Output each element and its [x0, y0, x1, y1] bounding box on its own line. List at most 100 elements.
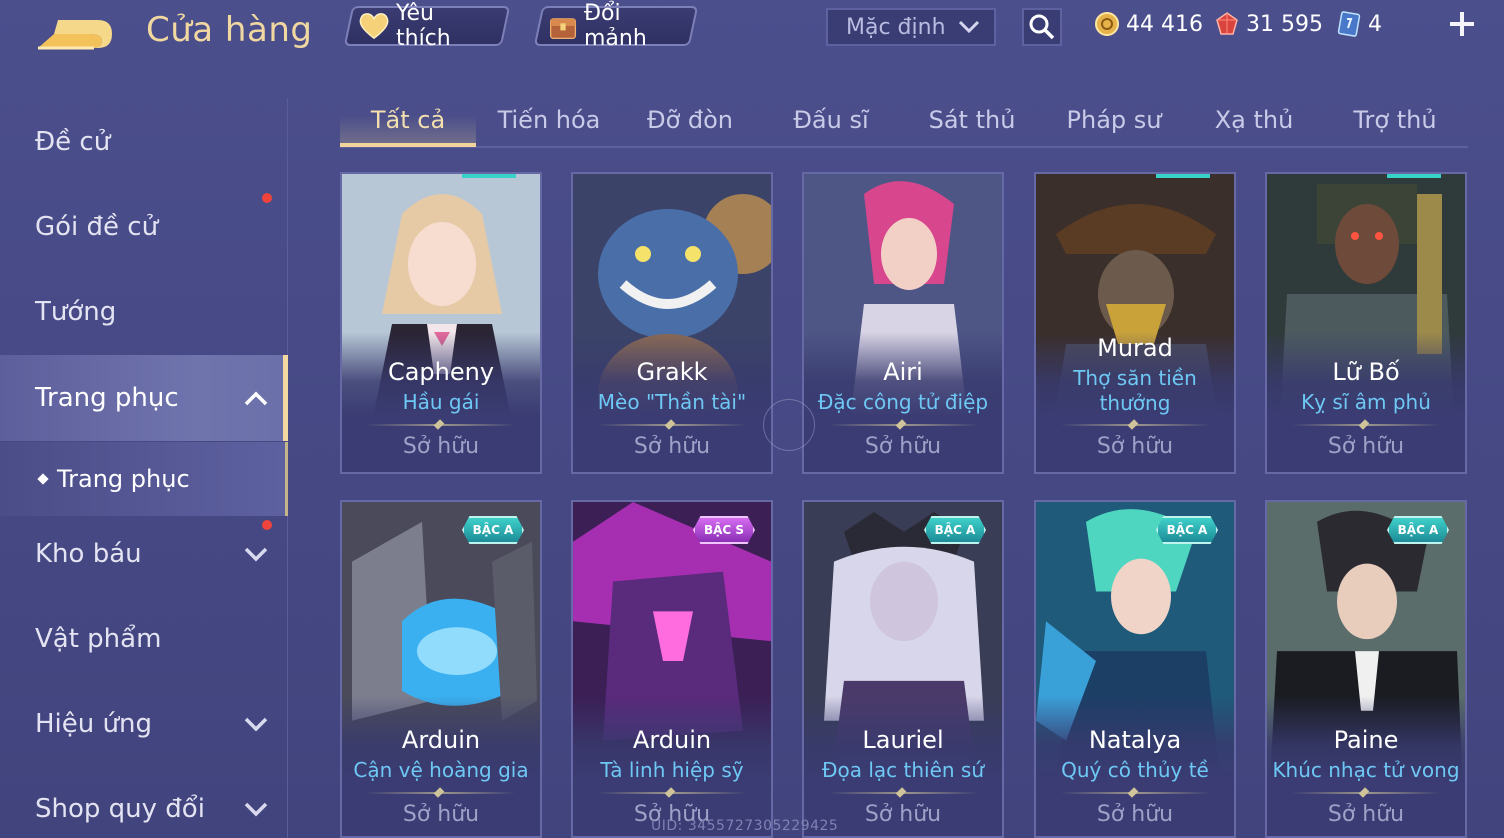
exchange-label: Đổi mảnh [584, 1, 647, 51]
skin-name: Cận vệ hoàng gia [353, 758, 529, 782]
notification-dot [262, 193, 272, 203]
sidebar-item-label: Gói đề cử [35, 212, 159, 242]
card-separator [1291, 424, 1441, 426]
skin-name: Kỵ sĩ âm phủ [1301, 390, 1431, 414]
tab-evolution[interactable]: Tiến hóa [484, 96, 614, 144]
gem-amount: 31 595 [1246, 11, 1323, 37]
skin-card[interactable]: Capheny Hầu gái Sở hữu [340, 172, 542, 474]
skin-card[interactable]: Airi Đặc công tử điệp Sở hữu [802, 172, 1004, 474]
skin-name: Khúc nhạc tử vong [1272, 758, 1460, 782]
tab-marksman[interactable]: Xạ thủ [1206, 96, 1302, 144]
tier-badge: BẬC A [924, 516, 986, 544]
card-separator [1291, 792, 1441, 794]
skin-card[interactable]: BẬC S Arduin Tà linh hiệp sỹ Sở hữu [571, 500, 773, 838]
skin-card[interactable]: BẬC A Paine Khúc nhạc tử vong Sở hữu [1265, 500, 1467, 838]
card-separator [597, 424, 747, 426]
hero-name: Capheny [387, 358, 495, 386]
favorites-label: Yêu thích [396, 1, 451, 51]
sidebar-item-treasure[interactable]: Kho báu [0, 518, 288, 590]
skin-name: Hầu gái [402, 390, 480, 414]
tab-fighter[interactable]: Đấu sĩ [780, 96, 882, 144]
top-bar: Cửa hàng Yêu thích Đổi mảnh Mặc định 44 [0, 0, 1504, 60]
sidebar-item-items[interactable]: Vật phẩm [0, 603, 288, 675]
skin-name: Quý cô thủy tề [1061, 758, 1209, 782]
hero-name: Arduin [632, 726, 712, 754]
exchange-shards-button[interactable]: Đổi mảnh [533, 1, 699, 51]
skin-card[interactable]: BẬC A Lauriel Đọa lạc thiên sứ Sở hữu [802, 500, 1004, 838]
sidebar-item-heroes[interactable]: Tướng [0, 276, 288, 348]
sidebar-item-label: Vật phẩm [35, 624, 162, 654]
touch-indicator [763, 399, 815, 451]
gold-coin-icon [1095, 12, 1119, 36]
owned-status: Sở hữu [1096, 434, 1174, 459]
skin-card[interactable]: Grakk Mèo "Thần tài" Sở hữu [571, 172, 773, 474]
highlight-bar [1156, 174, 1210, 178]
skin-name: Đọa lạc thiên sứ [821, 758, 985, 782]
sort-dropdown[interactable]: Mặc định [826, 8, 996, 46]
sidebar-item-label: Đề cử [35, 127, 111, 157]
card-separator [597, 792, 747, 794]
card-separator [1060, 424, 1210, 426]
heart-icon [359, 13, 389, 40]
search-button[interactable] [1022, 8, 1062, 46]
gem-currency: 31 595 [1214, 6, 1323, 42]
tier-badge: BẬC A [462, 516, 524, 544]
chevron-down-icon [244, 717, 268, 732]
favorites-button[interactable]: Yêu thích [343, 1, 511, 51]
skin-card[interactable]: BẬC A Arduin Cận vệ hoàng gia Sở hữu [340, 500, 542, 838]
tab-mage[interactable]: Pháp sư [1052, 96, 1176, 144]
sidebar-subitem-label: Trang phục [57, 465, 190, 493]
hero-name: Murad [1097, 334, 1173, 362]
hero-name: Paine [1333, 726, 1399, 754]
card-separator [366, 792, 516, 794]
owned-status: Sở hữu [402, 802, 480, 827]
skin-card[interactable]: Murad Thợ săn tiền thưởng Sở hữu [1034, 172, 1236, 474]
hero-name: Grakk [636, 358, 708, 386]
card-separator [828, 792, 978, 794]
sidebar-item-recommended[interactable]: Đề cử [0, 106, 288, 178]
gold-amount: 44 416 [1126, 11, 1203, 37]
chest-icon [549, 18, 577, 40]
chevron-down-icon [244, 802, 268, 817]
sidebar-item-effects[interactable]: Hiệu ứng [0, 688, 288, 760]
owned-status: Sở hữu [1096, 802, 1174, 827]
sidebar-item-label: Trang phục [35, 383, 179, 413]
tab-support[interactable]: Trợ thủ [1340, 96, 1450, 144]
skin-name: Đặc công tử điệp [817, 390, 989, 414]
red-gem-icon [1216, 12, 1238, 35]
sidebar-item-bundles[interactable]: Gói đề cử [0, 191, 288, 263]
owned-status: Sở hữu [633, 434, 711, 459]
skin-name: Tà linh hiệp sỹ [600, 758, 744, 782]
tab-assassin[interactable]: Sát thủ [914, 96, 1030, 144]
sidebar-item-exchange-shop[interactable]: Shop quy đổi [0, 773, 288, 838]
tier-badge: BẬC A [1156, 516, 1218, 544]
hero-name: Lữ Bố [1332, 358, 1400, 386]
card-separator [828, 424, 978, 426]
tab-tank[interactable]: Đỡ đòn [630, 96, 750, 144]
back-arrow-icon[interactable] [34, 14, 114, 54]
skin-card[interactable]: Lữ Bố Kỵ sĩ âm phủ Sở hữu [1265, 172, 1467, 474]
skin-name: Mèo "Thần tài" [597, 390, 747, 414]
sidebar-item-label: Kho báu [35, 539, 142, 569]
owned-status: Sở hữu [1327, 434, 1405, 459]
skin-name: Thợ săn tiền thưởng [1073, 366, 1197, 415]
search-icon [1029, 14, 1055, 40]
category-tabs: Tất cả Tiến hóa Đỡ đòn Đấu sĩ Sát thủ Ph… [340, 96, 1468, 148]
uid-watermark: UID: 3455727305229425 [651, 818, 839, 834]
owned-status: Sở hữu [402, 434, 480, 459]
chevron-down-icon [244, 547, 268, 562]
tab-all[interactable]: Tất cả [340, 96, 476, 147]
card-currency: 4 [1336, 6, 1382, 42]
owned-status: Sở hữu [864, 434, 942, 459]
skin-card[interactable]: BẬC A Natalya Quý cô thủy tề Sở hữu [1034, 500, 1236, 838]
card-separator [366, 424, 516, 426]
card-icon [1337, 11, 1361, 37]
sidebar-item-skins[interactable]: Trang phục [0, 355, 288, 441]
bullet-icon [37, 473, 49, 485]
sidebar-subitem-skins[interactable]: Trang phục [0, 442, 288, 516]
card-amount: 4 [1368, 11, 1382, 37]
hero-name: Airi [883, 358, 923, 386]
card-separator [1060, 792, 1210, 794]
plus-icon[interactable] [1446, 8, 1478, 40]
gold-currency: 44 416 [1094, 6, 1203, 42]
